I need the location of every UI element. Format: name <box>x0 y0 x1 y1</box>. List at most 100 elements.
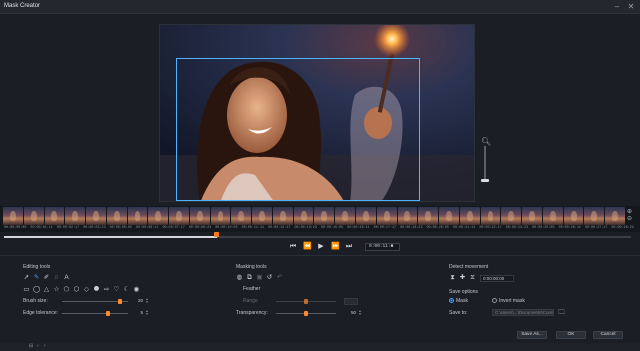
star-shape-icon[interactable]: ☆ <box>53 286 60 293</box>
playhead-marker[interactable] <box>214 232 219 237</box>
filmstrip-frame[interactable] <box>293 207 314 225</box>
filmstrip-frame[interactable] <box>210 207 231 225</box>
status-bar-zoom-icon[interactable]: ⊟ <box>29 343 33 349</box>
octagon-shape-icon[interactable]: ⯃ <box>93 286 100 293</box>
zoom-in-icon[interactable]: 🔍︎ <box>481 137 491 146</box>
play-button[interactable]: ▶ <box>317 242 325 251</box>
filmstrip-frame[interactable] <box>335 207 356 225</box>
filmstrip-frame[interactable] <box>459 207 480 225</box>
filmstrip-frame[interactable] <box>356 207 376 225</box>
edge-tolerance-slider-knob[interactable] <box>106 311 111 316</box>
edge-tolerance-stepper[interactable]: ▲ ▼ <box>145 310 149 316</box>
filmstrip-frame[interactable] <box>252 207 272 225</box>
filmstrip-frame[interactable] <box>169 207 189 225</box>
zoom-slider[interactable] <box>484 146 486 182</box>
filmstrip-frame[interactable] <box>3 207 23 225</box>
pentagon-shape-icon[interactable]: ⬠ <box>63 286 70 293</box>
track-forward-icon[interactable]: ✚ <box>459 274 466 281</box>
zoom-slider-knob[interactable] <box>481 179 489 182</box>
detect-movement-timecode[interactable]: 0:00:00:00 <box>480 275 514 282</box>
filmstrip-frame[interactable] <box>522 207 542 225</box>
status-bar-next-icon[interactable]: › <box>44 343 46 349</box>
mask-copy-icon[interactable]: ▣ <box>256 274 263 281</box>
mask-add-icon[interactable]: ◍ <box>236 274 243 281</box>
lasso-icon[interactable]: ◌ <box>53 274 60 281</box>
filmstrip-frame[interactable] <box>106 207 127 225</box>
cancel-button[interactable]: Cancel <box>593 331 623 339</box>
save-to-path-field[interactable]: C:\Users\...\Documents\Corel VideoStudio… <box>492 309 554 316</box>
track-start-icon[interactable]: ⧗ <box>449 274 456 281</box>
transparency-slider-knob[interactable] <box>304 311 308 316</box>
filmstrip-frame[interactable] <box>397 207 418 225</box>
filmstrip-frame[interactable] <box>542 207 563 225</box>
filmstrip-frame[interactable] <box>501 207 522 225</box>
track-stop-icon[interactable]: ⧖ <box>469 274 476 281</box>
circle-fill-shape-icon[interactable]: ◉ <box>133 286 140 293</box>
filmstrip-frame[interactable] <box>480 207 501 225</box>
filmstrip-frame[interactable] <box>23 207 44 225</box>
mask-radio[interactable] <box>449 298 454 303</box>
brush-icon[interactable]: ✐ <box>43 274 50 281</box>
next-frame-button[interactable]: ⏩ <box>331 242 340 251</box>
brush-size-slider[interactable] <box>62 299 128 304</box>
ok-button[interactable]: OK <box>556 331 586 339</box>
brush-size-value[interactable]: 20 <box>131 298 143 304</box>
filmstrip-frame[interactable] <box>86 207 106 225</box>
folder-icon[interactable]: 🗀 <box>558 309 565 316</box>
mask-reset-icon[interactable]: ↺ <box>266 274 273 281</box>
filmstrip-frame[interactable] <box>605 207 625 225</box>
pointer-icon[interactable]: ➚ <box>23 274 30 281</box>
filmstrip-frame[interactable] <box>148 207 169 225</box>
feather-slider-knob[interactable] <box>304 299 308 304</box>
filmstrip-frame[interactable] <box>314 207 335 225</box>
mask-undo-icon[interactable]: ↶ <box>276 274 283 281</box>
filmstrip-frame[interactable] <box>272 207 293 225</box>
filmstrip[interactable] <box>3 207 625 225</box>
brush-size-stepper[interactable]: ▲ ▼ <box>145 298 149 304</box>
filmstrip-frame[interactable] <box>65 207 86 225</box>
timecode-field[interactable]: 0:00:11:■ <box>365 243 400 251</box>
mask-selection-rectangle[interactable] <box>176 58 420 201</box>
transparency-stepper[interactable]: ▲ ▼ <box>358 310 362 316</box>
edge-tolerance-value[interactable]: 5 <box>131 310 143 316</box>
arrow-shape-icon[interactable]: ⇨ <box>103 286 110 293</box>
previous-frame-button[interactable]: ⏪ <box>303 242 312 251</box>
preview-viewer[interactable] <box>159 24 475 202</box>
smart-brush-icon[interactable]: ✎ <box>33 274 40 281</box>
filmstrip-frame[interactable] <box>563 207 584 225</box>
scrub-bar[interactable] <box>4 236 631 238</box>
text-icon[interactable]: A <box>63 274 70 281</box>
filmstrip-frame[interactable] <box>44 207 65 225</box>
timeline-tick-label: 00:00:15:05 <box>320 226 344 230</box>
feather-value[interactable] <box>344 298 358 305</box>
minimize-button[interactable]: – <box>612 2 622 12</box>
triangle-shape-icon[interactable]: △ <box>43 286 50 293</box>
transparency-value[interactable]: 50 <box>342 310 356 316</box>
filmstrip-frame[interactable] <box>127 207 148 225</box>
filmstrip-frame[interactable] <box>584 207 605 225</box>
mask-stack-icon[interactable]: ⧉ <box>246 274 253 281</box>
brush-size-slider-knob[interactable] <box>118 299 123 304</box>
heart-shape-icon[interactable]: ♡ <box>113 286 120 293</box>
filmstrip-frame[interactable] <box>418 207 439 225</box>
filmstrip-frame[interactable] <box>189 207 210 225</box>
feather-slider[interactable] <box>276 299 336 304</box>
filmstrip-frame[interactable] <box>376 207 397 225</box>
rectangle-shape-icon[interactable]: ▭ <box>23 286 30 293</box>
ellipse-shape-icon[interactable]: ◯ <box>33 286 40 293</box>
transparency-slider[interactable] <box>276 311 336 316</box>
close-button[interactable]: ✕ <box>626 2 636 12</box>
filmstrip-frame[interactable] <box>439 207 459 225</box>
feather-range-label: Range <box>243 298 258 304</box>
go-to-start-button[interactable]: ⏮ <box>289 242 297 251</box>
filmstrip-zoom-controls[interactable]: ⊕ ⊖ <box>627 209 635 223</box>
save-as-button[interactable]: Save As... <box>517 331 547 339</box>
diamond-shape-icon[interactable]: ◇ <box>83 286 90 293</box>
filmstrip-frame[interactable] <box>231 207 252 225</box>
crescent-shape-icon[interactable]: ☾ <box>123 286 130 293</box>
go-to-end-button[interactable]: ⏭ <box>345 242 353 251</box>
invert-mask-radio[interactable] <box>492 298 497 303</box>
edge-tolerance-slider[interactable] <box>62 311 128 316</box>
status-bar-previous-icon[interactable]: ‹ <box>37 343 39 349</box>
hexagon-shape-icon[interactable]: ⬡ <box>73 286 80 293</box>
